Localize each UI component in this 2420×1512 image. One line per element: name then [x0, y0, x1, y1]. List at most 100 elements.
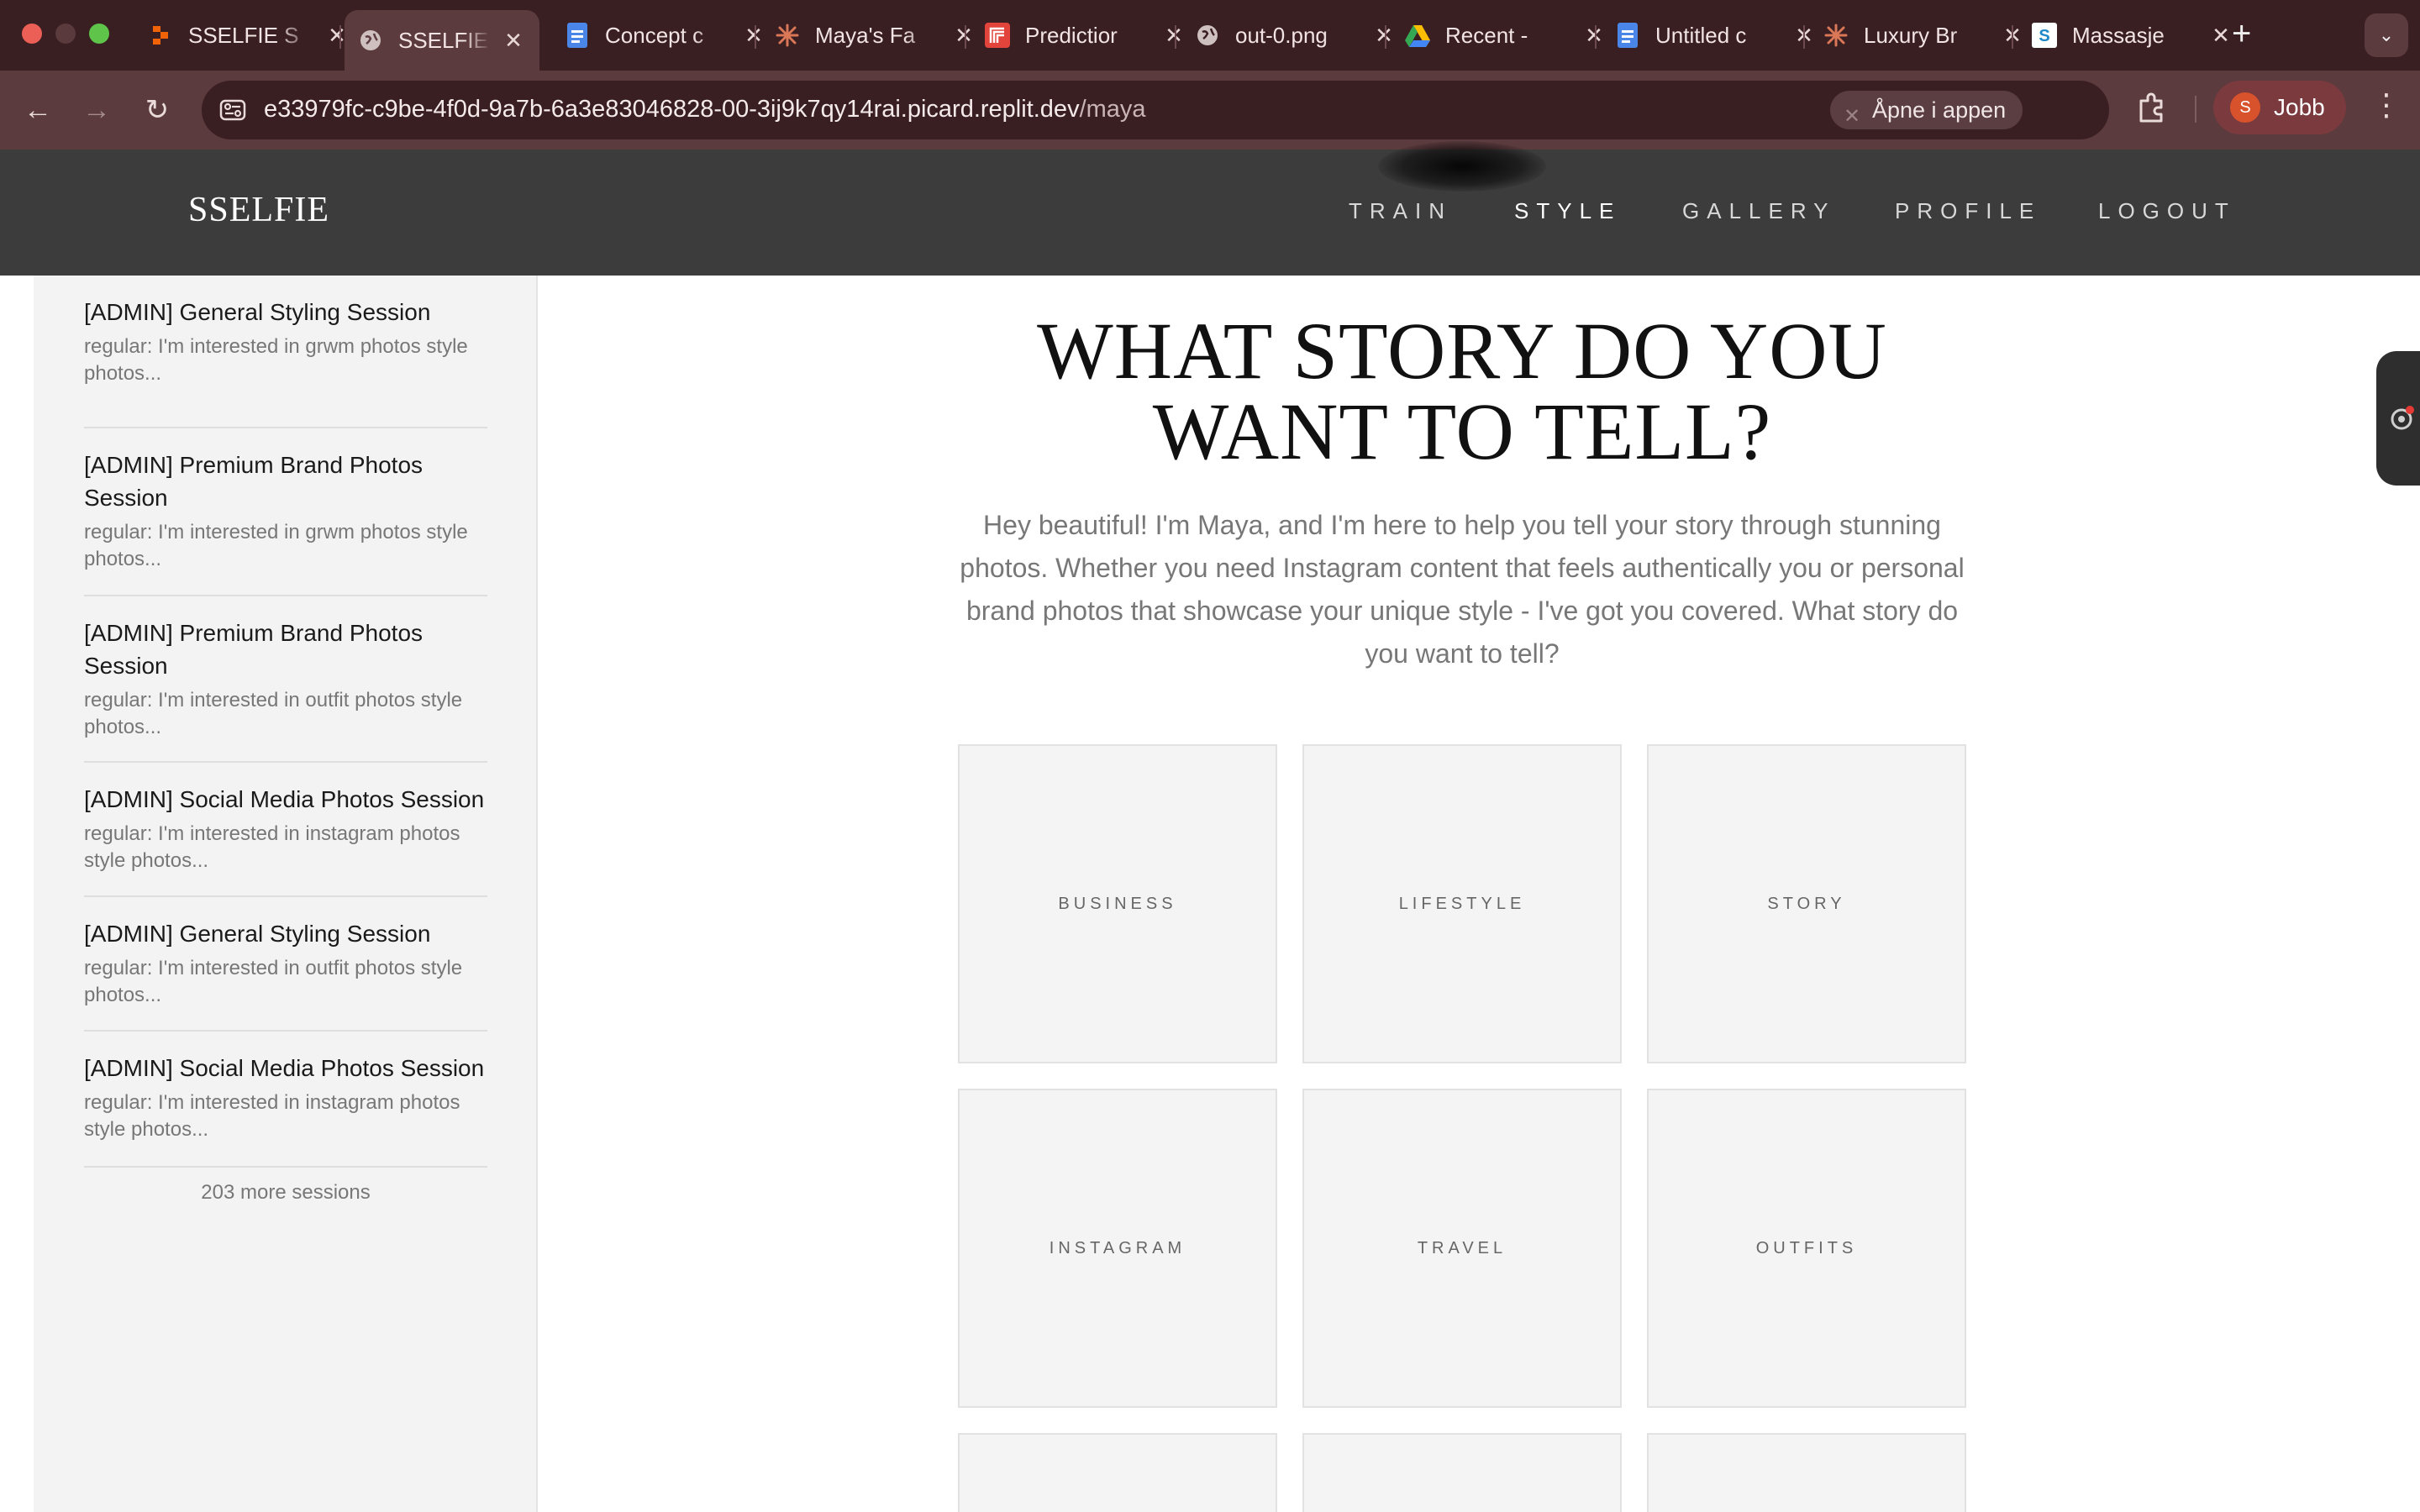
browser-tab[interactable]: out-0.png ✕	[1181, 10, 1408, 60]
nav-logout[interactable]: LOGOUT	[2098, 198, 2236, 224]
more-sessions-count[interactable]: 203 more sessions	[34, 1181, 538, 1205]
browser-tab-bar: SSELFIE S ✕ SSELFIE S ✕ Concept c ✕ Maya…	[0, 0, 2420, 71]
more-menu-icon[interactable]: ⋮	[2371, 87, 2402, 123]
tab-title: out-0.png	[1235, 22, 1328, 48]
s-logo-icon: S	[2032, 23, 2057, 48]
session-description: regular: I'm interested in instagram pho…	[84, 822, 460, 872]
tab-divider	[1803, 25, 1805, 49]
session-description: regular: I'm interested in outfit photos…	[84, 957, 463, 1006]
browser-tab[interactable]: Maya's Fa ✕	[761, 10, 988, 60]
browser-tab[interactable]: Luxury Br ✕	[1810, 10, 2037, 60]
category-instagram[interactable]: INSTAGRAM	[958, 1089, 1277, 1408]
category-tile-partial[interactable]	[1302, 1433, 1622, 1512]
claude-icon	[775, 23, 800, 48]
url-text: e33979fc-c9be-4f0d-9a7b-6a3e83046828-00-…	[264, 96, 1146, 123]
svg-text:S: S	[2039, 27, 2049, 45]
address-bar[interactable]: e33979fc-c9be-4f0d-9a7b-6a3e83046828-00-…	[202, 81, 2279, 139]
docs-icon	[1615, 23, 1640, 48]
tab-title: SSELFIE S	[188, 22, 299, 48]
close-icon[interactable]: ✕	[2210, 23, 2232, 49]
category-lifestyle[interactable]: LIFESTYLE	[1302, 744, 1622, 1063]
tab-divider	[1385, 25, 1386, 49]
window-minimize-button[interactable]	[55, 24, 76, 44]
close-icon[interactable]: ✕	[502, 28, 524, 54]
drive-icon	[1405, 23, 1430, 48]
nav-style[interactable]: STYLE	[1514, 198, 1621, 224]
nav-profile[interactable]: PROFILE	[1895, 198, 2041, 224]
tab-search-chevron-icon[interactable]: ⌄	[2365, 13, 2408, 57]
site-settings-icon[interactable]	[218, 96, 247, 124]
forward-arrow-icon[interactable]: →	[77, 91, 116, 129]
browser-toolbar: ← → ↻ e33979fc-c9be-4f0d-9a7b-6a3e830468…	[0, 71, 2420, 150]
session-title: [ADMIN] General Styling Session	[84, 921, 431, 947]
claude-icon	[1823, 23, 1849, 48]
session-item[interactable]: [ADMIN] General Styling Session regular:…	[84, 296, 487, 428]
tab-divider	[755, 25, 756, 49]
globe-icon	[1195, 23, 1220, 48]
reload-icon[interactable]: ↻	[138, 91, 176, 129]
window-close-button[interactable]	[22, 24, 42, 44]
back-arrow-icon[interactable]: ←	[18, 91, 57, 129]
tab-title: Predictior	[1025, 22, 1118, 48]
widget-icon	[2391, 406, 2414, 430]
site-header: SSELFIE TRAIN STYLE GALLERY PROFILE LOGO…	[0, 141, 2420, 276]
intro-text: Hey beautiful! I'm Maya, and I'm here to…	[960, 510, 1965, 669]
browser-tab[interactable]: Recent - ✕	[1392, 10, 1618, 60]
floating-widget-tab[interactable]	[2376, 351, 2420, 486]
browser-tab[interactable]: SSELFIE S ✕	[134, 10, 361, 60]
browser-tab[interactable]: Predictior ✕	[971, 10, 1198, 60]
new-tab-plus-icon[interactable]: +	[2232, 17, 2251, 50]
session-title: [ADMIN] Premium Brand Photos Session	[84, 452, 424, 511]
browser-tab[interactable]: Concept c ✕	[551, 10, 778, 60]
tab-title: Recent -	[1445, 22, 1528, 48]
tab-divider	[965, 25, 966, 49]
header-decoration	[1378, 141, 1546, 192]
browser-tab-active[interactable]: SSELFIE S ✕	[345, 10, 539, 71]
category-outfits[interactable]: OUTFITS	[1647, 1089, 1966, 1408]
session-title: [ADMIN] Social Media Photos Session	[84, 1055, 485, 1081]
browser-tab[interactable]: S Massasje ✕	[2018, 10, 2245, 60]
category-travel[interactable]: TRAVEL	[1302, 1089, 1622, 1408]
nav-gallery[interactable]: GALLERY	[1682, 198, 1835, 224]
session-description: regular: I'm interested in outfit photos…	[84, 689, 463, 738]
session-item[interactable]: [ADMIN] Social Media Photos Session regu…	[84, 763, 487, 897]
url-host: e33979fc-c9be-4f0d-9a7b-6a3e83046828-00-…	[264, 96, 1080, 123]
category-story[interactable]: STORY	[1647, 744, 1966, 1063]
nav-train[interactable]: TRAIN	[1349, 198, 1452, 224]
browser-tab[interactable]: Untitled c ✕	[1602, 10, 1828, 60]
open-in-app-icon: ✕	[1844, 105, 1861, 128]
page-title: WHAT STORY DO YOU WANT TO TELL?	[924, 311, 2000, 472]
extensions-puzzle-icon[interactable]	[2134, 89, 2171, 126]
profile-name: Jobb	[2274, 94, 2325, 120]
url-path: /maya	[1079, 96, 1146, 123]
tab-title: Massasje	[2072, 22, 2165, 48]
site-logo[interactable]: SSELFIE	[188, 190, 329, 230]
category-business[interactable]: BUSINESS	[958, 744, 1277, 1063]
session-description: regular: I'm interested in grwm photos s…	[84, 521, 468, 570]
session-item[interactable]: [ADMIN] Premium Brand Photos Session reg…	[84, 428, 487, 596]
globe-icon	[358, 28, 383, 53]
window-maximize-button[interactable]	[89, 24, 109, 44]
session-description: regular: I'm interested in instagram pho…	[84, 1091, 460, 1141]
tab-title: Untitled c	[1655, 22, 1747, 48]
session-item[interactable]: [ADMIN] General Styling Session regular:…	[84, 897, 487, 1032]
tab-divider	[1595, 25, 1597, 49]
profile-button[interactable]: S Jobb	[2213, 81, 2346, 134]
tab-divider	[2012, 25, 2013, 49]
session-title: [ADMIN] General Styling Session	[84, 299, 431, 325]
tab-divider	[339, 25, 341, 49]
session-title: [ADMIN] Premium Brand Photos Session	[84, 620, 424, 679]
toolbar-divider	[2195, 96, 2196, 123]
page-title-line-2: WANT TO TELL?	[1152, 386, 1772, 476]
category-tile-partial[interactable]	[1647, 1433, 1966, 1512]
session-item[interactable]: [ADMIN] Social Media Photos Session regu…	[84, 1032, 487, 1168]
session-sidebar: [ADMIN] General Styling Session regular:…	[34, 276, 538, 1512]
category-tile-partial[interactable]	[958, 1433, 1277, 1512]
session-item[interactable]: [ADMIN] Premium Brand Photos Session reg…	[84, 596, 487, 763]
tab-title: Luxury Br	[1864, 22, 1958, 48]
docs-icon	[565, 23, 590, 48]
replit-icon	[148, 23, 173, 48]
tab-title: SSELFIE S	[398, 27, 491, 53]
replicate-icon	[985, 23, 1010, 48]
open-in-app-button[interactable]: ✕ Åpne i appen	[1830, 91, 2023, 129]
